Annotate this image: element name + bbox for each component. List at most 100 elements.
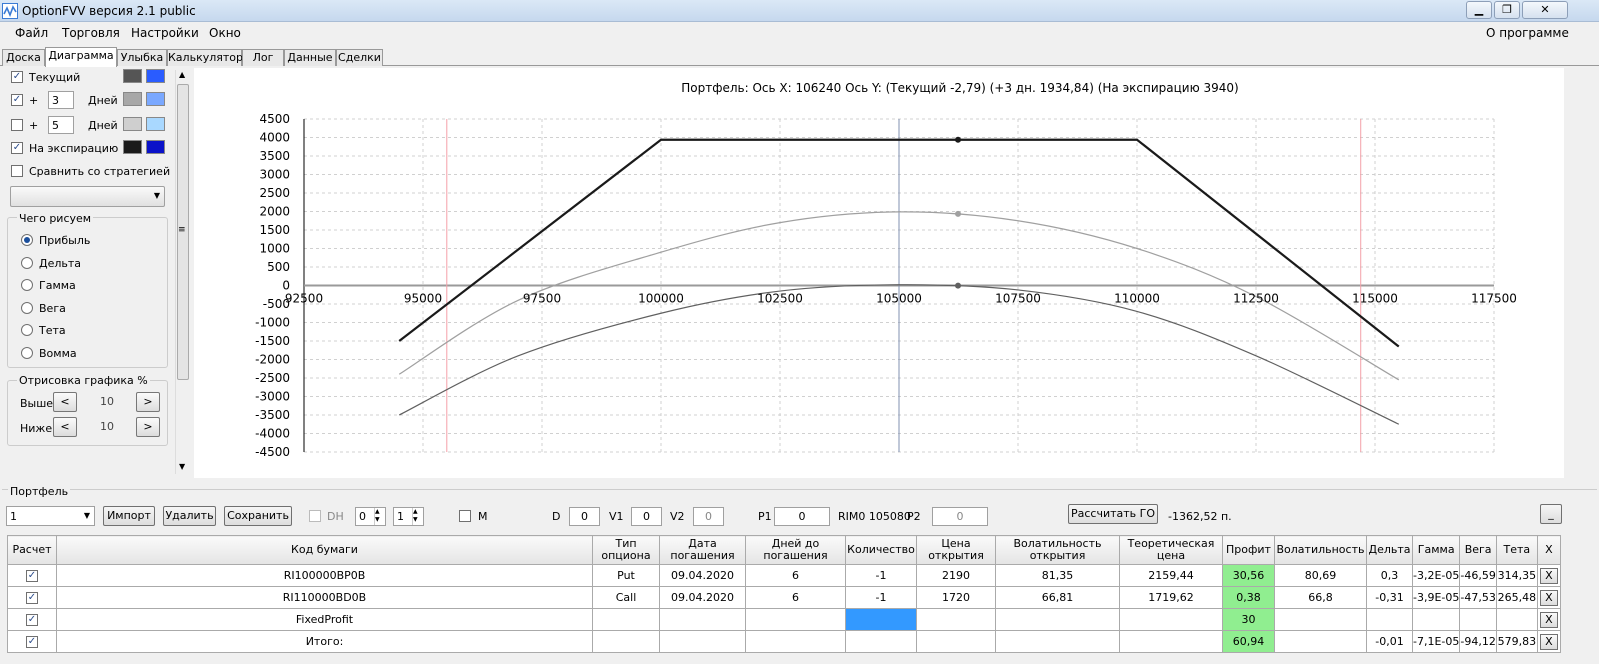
save-button[interactable]: Сохранить <box>224 506 292 526</box>
expiration-color-swatch[interactable] <box>123 140 142 154</box>
dh-spin-1[interactable]: 0 ▲ ▼ <box>355 507 386 526</box>
cell-quantity[interactable]: -1 <box>845 564 917 587</box>
radio-theta[interactable] <box>21 324 33 336</box>
column-header-theoretical-price[interactable]: Теоретическая цена <box>1119 535 1223 565</box>
column-header-open-price[interactable]: Цена открытия <box>916 535 996 565</box>
tab-deals[interactable]: Сделки <box>336 49 383 66</box>
scroll-up-icon[interactable]: ▲ <box>179 70 185 79</box>
row-calc-checkbox[interactable]: ✓ <box>26 614 38 626</box>
row-calc-checkbox[interactable]: ✓ <box>26 636 38 648</box>
left-panel-scrollbar[interactable]: ▲ ≡ ▼ <box>175 70 190 474</box>
column-header-remove[interactable]: X <box>1536 535 1561 565</box>
column-header-profit[interactable]: Профит <box>1222 535 1275 565</box>
plus-days-1-color-swatch[interactable] <box>123 92 142 106</box>
calc-go-button[interactable]: Рассчитать ГО <box>1068 504 1158 524</box>
radio-profit[interactable] <box>21 234 33 246</box>
d-field[interactable]: 0 <box>569 507 600 526</box>
import-button[interactable]: Импорт <box>103 506 155 526</box>
cell-remove[interactable]: X <box>1536 586 1561 609</box>
row-calc-checkbox[interactable]: ✓ <box>26 570 38 582</box>
column-header-calc[interactable]: Расчет <box>7 535 57 565</box>
column-header-gamma[interactable]: Гамма <box>1411 535 1461 565</box>
column-header-vega[interactable]: Вега <box>1459 535 1497 565</box>
menu-trade[interactable]: Торговля <box>62 26 120 40</box>
plus-days-1-color-swatch-2[interactable] <box>146 92 165 106</box>
below-increase-button[interactable]: > <box>136 417 160 437</box>
minimize-panel-button[interactable]: _ <box>1540 504 1562 524</box>
column-header-volatility[interactable]: Волатильность <box>1274 535 1367 565</box>
column-header-open-volatility[interactable]: Волатильность открытия <box>995 535 1120 565</box>
radio-delta[interactable] <box>21 257 33 269</box>
expiration-color-swatch-2[interactable] <box>146 140 165 154</box>
above-value[interactable]: 10 <box>80 393 134 411</box>
tab-log[interactable]: Лог <box>242 49 284 66</box>
above-increase-button[interactable]: > <box>136 392 160 412</box>
tab-diagram[interactable]: Диаграмма <box>45 47 117 67</box>
cell-quantity[interactable] <box>845 630 917 653</box>
tab-data[interactable]: Данные <box>284 49 336 66</box>
menu-about[interactable]: О программе <box>1486 26 1569 40</box>
cell-calc[interactable]: ✓ <box>7 564 57 587</box>
cell-quantity[interactable]: -1 <box>845 586 917 609</box>
compare-checkbox[interactable]: ✓ <box>11 165 23 177</box>
plus-days-2-input[interactable]: 5 <box>48 116 74 134</box>
menu-window[interactable]: Окно <box>209 26 241 40</box>
column-header-option-type[interactable]: Тип опциона <box>592 535 660 565</box>
plus-days-1-checkbox[interactable]: ✓ <box>11 94 23 106</box>
expiration-checkbox[interactable]: ✓ <box>11 142 23 154</box>
cell-remove[interactable]: X <box>1536 608 1561 631</box>
remove-row-button[interactable]: X <box>1539 633 1558 650</box>
remove-row-button[interactable]: X <box>1539 589 1558 606</box>
cell-remove[interactable]: X <box>1536 630 1561 653</box>
column-header-code[interactable]: Код бумаги <box>56 535 593 565</box>
plus-days-1-input[interactable]: 3 <box>48 91 74 109</box>
tab-board[interactable]: Доска <box>2 49 45 66</box>
column-header-days-to-maturity[interactable]: Дней до погашения <box>745 535 846 565</box>
plus-days-2-color-swatch-2[interactable] <box>146 117 165 131</box>
v2-field[interactable]: 0 <box>693 507 724 526</box>
scroll-down-icon[interactable]: ▼ <box>179 462 185 471</box>
restore-button[interactable]: ❐ <box>1494 1 1520 19</box>
column-header-delta[interactable]: Дельта <box>1366 535 1413 565</box>
remove-row-button[interactable]: X <box>1539 567 1558 584</box>
tab-smile[interactable]: Улыбка <box>117 49 167 66</box>
plus-days-2-checkbox[interactable]: ✓ <box>11 119 23 131</box>
close-window-button[interactable]: ✕ <box>1522 1 1568 19</box>
column-header-maturity-date[interactable]: Дата погашения <box>659 535 746 565</box>
p2-field[interactable]: 0 <box>932 507 988 526</box>
spin-arrows-icon[interactable]: ▲ ▼ <box>374 508 385 525</box>
dh-checkbox[interactable]: ✓ <box>309 510 321 522</box>
strategy-dropdown[interactable]: ▼ <box>10 186 165 207</box>
column-header-theta[interactable]: Тета <box>1495 535 1538 565</box>
radio-vega[interactable] <box>21 302 33 314</box>
cell-calc[interactable]: ✓ <box>7 608 57 631</box>
column-header-quantity[interactable]: Количество <box>845 535 917 565</box>
radio-vomma[interactable] <box>21 347 33 359</box>
p1-field[interactable]: 0 <box>774 507 830 526</box>
spin-arrows-icon[interactable]: ▲ ▼ <box>412 508 423 525</box>
radio-gamma[interactable] <box>21 279 33 291</box>
plus-days-2-color-swatch[interactable] <box>123 117 142 131</box>
menu-file[interactable]: Файл <box>15 26 48 40</box>
current-color-swatch[interactable] <box>123 69 142 83</box>
cell-quantity[interactable] <box>845 608 917 631</box>
minimize-button[interactable]: ▁ <box>1466 1 1492 19</box>
above-decrease-button[interactable]: < <box>53 392 77 412</box>
current-color-swatch-2[interactable] <box>146 69 165 83</box>
delete-button[interactable]: Удалить <box>163 506 216 526</box>
below-decrease-button[interactable]: < <box>53 417 77 437</box>
cell-calc[interactable]: ✓ <box>7 586 57 609</box>
menu-settings[interactable]: Настройки <box>131 26 199 40</box>
row-calc-checkbox[interactable]: ✓ <box>26 592 38 604</box>
dh-spin-2[interactable]: 1 ▲ ▼ <box>393 507 424 526</box>
current-checkbox[interactable]: ✓ <box>11 71 23 83</box>
cell-calc[interactable]: ✓ <box>7 630 57 653</box>
portfolio-selector[interactable]: 1 ▼ <box>6 506 95 526</box>
cell-remove[interactable]: X <box>1536 564 1561 587</box>
remove-row-button[interactable]: X <box>1539 611 1558 628</box>
v1-field[interactable]: 0 <box>631 507 662 526</box>
payoff-chart[interactable]: Портфель: Ось X: 106240 Ось Y: (Текущий … <box>194 68 1564 478</box>
m-checkbox[interactable]: ✓ <box>459 510 471 522</box>
below-value[interactable]: 10 <box>80 418 134 436</box>
tab-calculator[interactable]: Калькулятор <box>167 49 243 66</box>
